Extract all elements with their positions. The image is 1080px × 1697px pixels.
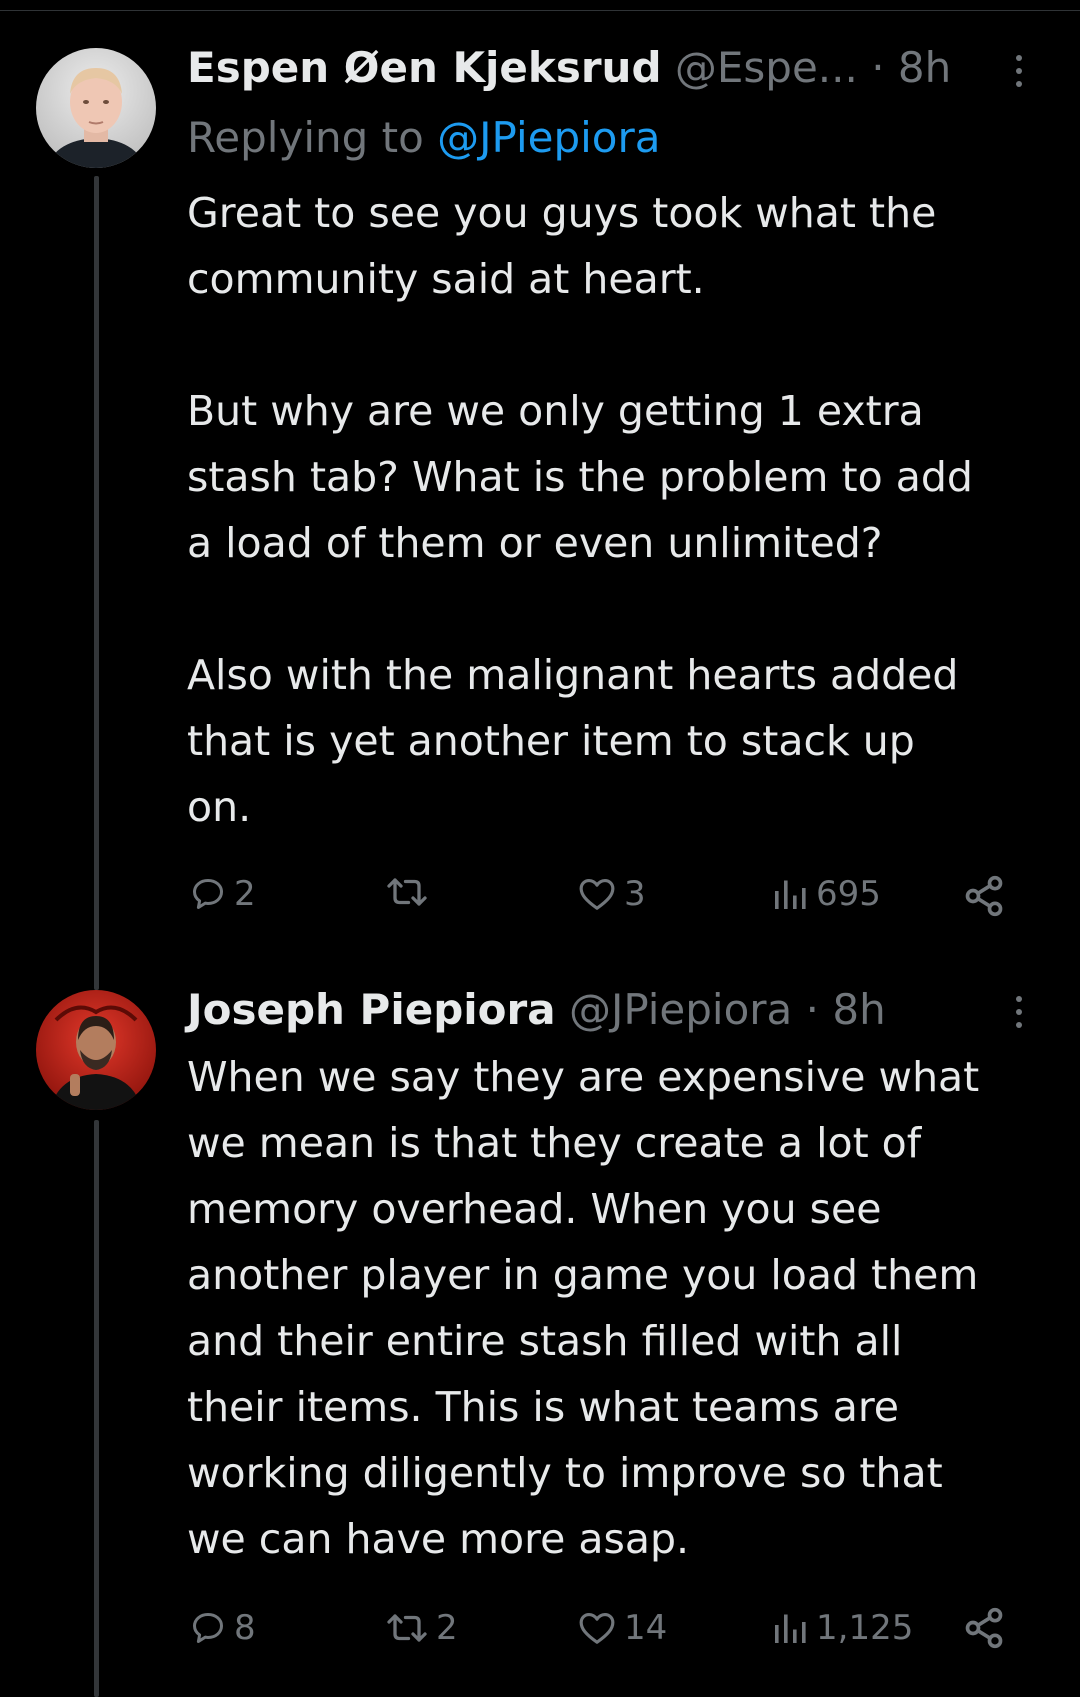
tweet-text-line: a load of them or even unlimited? [187, 519, 883, 567]
like-count: 3 [624, 874, 646, 914]
retweet-icon [387, 1614, 427, 1642]
views-count: 1,125 [816, 1608, 914, 1648]
like-button[interactable]: 14 [578, 1608, 667, 1648]
tweet-text: When we say they are expensive what we m… [187, 1044, 1062, 1572]
tweet-text-line: working diligently to improve so that [187, 1449, 943, 1497]
heart-icon [579, 1612, 615, 1644]
tweet-text: Great to see you guys took what the comm… [187, 180, 1062, 840]
tweet-header: Espen Øen Kjeksrud @Espe... · 8h [187, 40, 951, 96]
tweet-text-line: Also with the malignant hearts added [187, 651, 959, 699]
tweet-text-blank-line [187, 576, 1062, 642]
avatar-espen-image [36, 48, 156, 168]
tweet-text-line: stash tab? What is the problem to add [187, 453, 973, 501]
tweet-text-line: and their entire stash filled with all [187, 1317, 903, 1365]
reply-icon [193, 879, 223, 909]
more-vertical-icon[interactable] [1007, 46, 1031, 96]
replying-prefix: Replying to [187, 113, 424, 162]
tweet-text-line: that is yet another item to stack up [187, 717, 915, 765]
more-vertical-icon[interactable] [1007, 987, 1031, 1037]
handle[interactable]: @JPiepiora [569, 985, 792, 1034]
tweet-text-blank-line [187, 312, 1062, 378]
display-name[interactable]: Joseph Piepiora [187, 985, 556, 1034]
tweet-text-line: memory overhead. When you see [187, 1185, 882, 1233]
replying-to-mention[interactable]: @JPiepiora [437, 113, 660, 162]
avatar-espen[interactable] [36, 48, 156, 168]
tweet-text-line: another player in game you load them [187, 1251, 979, 1299]
like-button[interactable]: 3 [578, 874, 646, 914]
views-button[interactable]: 1,125 [772, 1608, 913, 1648]
views-button[interactable]: 695 [772, 874, 881, 914]
tweet-text-line: But why are we only getting 1 extra [187, 387, 924, 435]
tweet-text-line: on. [187, 783, 252, 831]
tweet-text-line: community said at heart. [187, 255, 705, 303]
thread-line-1 [94, 176, 99, 990]
like-count: 14 [624, 1608, 668, 1648]
share-icon [965, 1607, 1003, 1649]
tweet-text-line: we mean is that they create a lot of [187, 1119, 922, 1167]
tweet-header: Joseph Piepiora @JPiepiora · 8h [187, 982, 886, 1038]
share-button[interactable] [962, 1606, 1006, 1650]
views-chart-icon [775, 880, 806, 909]
avatar-joseph[interactable] [36, 990, 156, 1110]
reply-button[interactable]: 2 [190, 874, 256, 914]
handle[interactable]: @Espe... [675, 43, 858, 92]
retweet-button[interactable] [386, 874, 436, 910]
tweet-text-line: we can have more asap. [187, 1515, 690, 1563]
heart-icon [579, 878, 615, 910]
views-chart-icon [775, 1614, 806, 1643]
avatar-joseph-image [36, 990, 156, 1110]
reply-button[interactable]: 8 [190, 1608, 256, 1648]
top-divider [0, 0, 1080, 11]
display-name[interactable]: Espen Øen Kjeksrud [187, 43, 662, 92]
retweet-count: 2 [436, 1608, 458, 1648]
replying-to-line: Replying to @JPiepiora [187, 110, 661, 166]
reply-icon [193, 1613, 223, 1643]
timestamp[interactable]: · 8h [871, 43, 951, 92]
share-icon [965, 875, 1003, 917]
timestamp[interactable]: · 8h [806, 985, 886, 1034]
retweet-button[interactable]: 2 [386, 1608, 458, 1648]
reply-count: 8 [234, 1608, 256, 1648]
tweet-text-line: When we say they are expensive what [187, 1053, 980, 1101]
tweet-text-line: Great to see you guys took what the [187, 189, 937, 237]
views-count: 695 [816, 874, 881, 914]
tweet-text-line: their items. This is what teams are [187, 1383, 900, 1431]
reply-count: 2 [234, 874, 256, 914]
share-button[interactable] [962, 874, 1006, 918]
retweet-icon [387, 878, 427, 906]
thread-line-2 [94, 1120, 99, 1697]
